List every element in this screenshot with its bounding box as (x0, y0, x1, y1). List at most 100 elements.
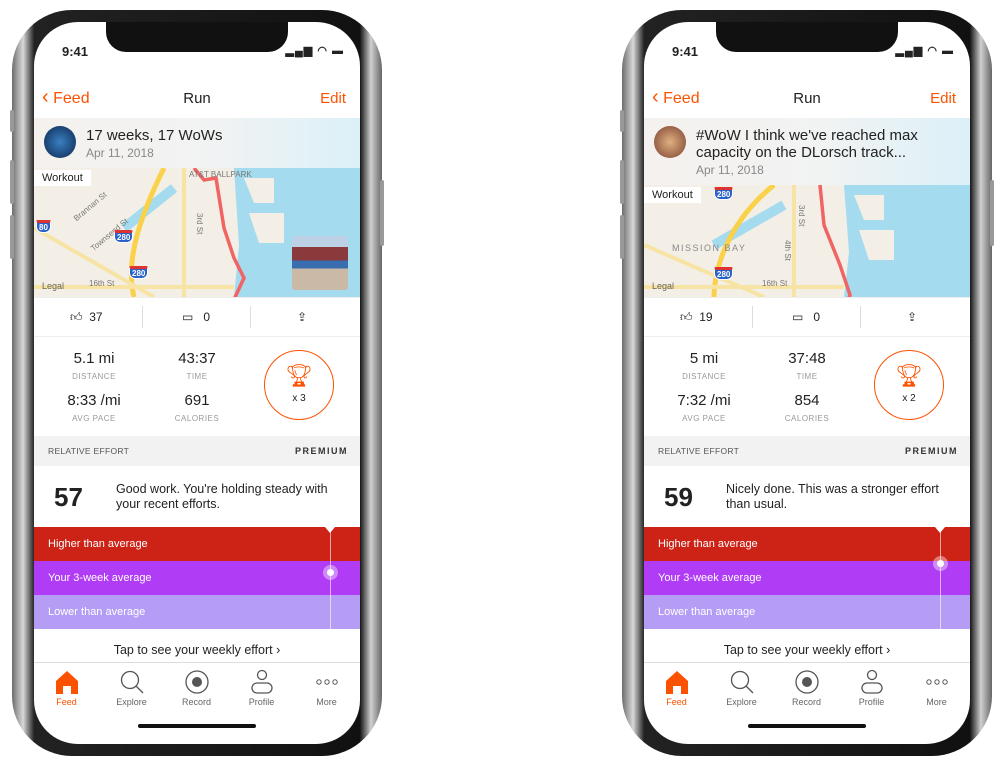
person-icon (229, 667, 294, 697)
phone-frame: 9:41 ▂▄▆ ◠ ▬ ‹ Feed Run Edit 17 weeks, 1… (10, 10, 384, 756)
share-button[interactable]: ⇪ (907, 310, 917, 324)
tab-feed[interactable]: Feed (644, 663, 709, 707)
tab-explore[interactable]: Explore (99, 663, 164, 707)
band-higher[interactable]: Higher than average (34, 527, 360, 561)
tab-profile[interactable]: Profile (839, 663, 904, 707)
route-map[interactable]: MISSION BAY 3rd St 4th St 16th St 280 280 Wor… (644, 185, 970, 297)
map-street-label: 3rd St (797, 205, 806, 227)
tab-label: Explore (116, 697, 147, 707)
effort-marker (933, 556, 948, 571)
effort-description: Nicely done. This was a stronger effort … (726, 482, 939, 511)
achievements-button[interactable]: 🏆︎ x 3 (264, 350, 334, 420)
comment-button[interactable]: ▭ 0 (792, 310, 820, 324)
comment-count: 0 (203, 310, 211, 324)
tab-profile[interactable]: Profile (229, 663, 294, 707)
map-legal-link[interactable]: Legal (42, 281, 64, 291)
map-street-label: 16th St (89, 279, 115, 288)
band-lower[interactable]: Lower than average (644, 595, 970, 629)
map-street-label: 3rd St (195, 213, 204, 235)
map-street-label: 16th St (762, 279, 788, 288)
tab-bar: Feed Explore Record Profile More (644, 662, 970, 722)
wifi-icon: ◠ (927, 45, 938, 57)
time-label: TIME (796, 372, 818, 381)
tab-label: More (926, 697, 947, 707)
tab-record[interactable]: Record (774, 663, 839, 707)
highway-shield: 280 (114, 230, 134, 243)
pace-label: AVG PACE (682, 414, 726, 423)
highway-shield: 80 (36, 220, 51, 233)
calories-value: 854 (794, 392, 820, 409)
tab-bar: Feed Explore Record Profile More (34, 662, 360, 722)
stats-panel: 5.1 mi DISTANCE 43:37 TIME 8:33 /mi AVG … (34, 338, 360, 436)
pace-value: 7:32 /mi (677, 392, 731, 409)
relative-effort-header: RELATIVE EFFORT PREMIUM (34, 436, 360, 466)
home-indicator[interactable] (138, 724, 256, 728)
map-workout-label: Workout (644, 187, 701, 203)
search-icon (709, 667, 774, 697)
tab-more[interactable]: More (904, 663, 969, 707)
distance-value: 5.1 mi (73, 350, 115, 367)
time-value: 37:48 (788, 350, 826, 367)
avatar[interactable] (44, 126, 76, 158)
thumbs-up-icon: 👍︎ (680, 310, 693, 324)
band-average[interactable]: Your 3-week average (644, 561, 970, 595)
comment-count: 0 (813, 310, 821, 324)
effort-marker (323, 565, 338, 580)
home-icon (34, 667, 99, 697)
avatar[interactable] (654, 126, 686, 158)
map-legal-link[interactable]: Legal (652, 281, 674, 291)
home-indicator[interactable] (748, 724, 866, 728)
comment-button[interactable]: ▭ 0 (182, 310, 210, 324)
tab-feed[interactable]: Feed (34, 663, 99, 707)
post-header[interactable]: 17 weeks, 17 WoWs Apr 11, 2018 (34, 118, 360, 168)
achievements-button[interactable]: 🏆︎ x 2 (874, 350, 944, 420)
calories-label: CALORIES (174, 414, 220, 423)
phone-screen: 9:41 ▂▄▆ ◠ ▬ ‹ Feed Run Edit #WoW I thin… (644, 22, 970, 744)
status-icons: ▂▄▆ ◠ ▬ (286, 44, 344, 57)
relative-effort-title: RELATIVE EFFORT (48, 446, 130, 456)
like-button[interactable]: 👍︎ 19 (680, 310, 713, 325)
comment-icon: ▭ (182, 310, 194, 324)
status-time: 9:41 (672, 44, 699, 59)
status-time: 9:41 (62, 44, 89, 59)
signal-icon: ▂▄▆ (285, 45, 314, 57)
share-icon: ⇪ (907, 310, 918, 324)
weekly-effort-link[interactable]: Tap to see your weekly effort › (34, 643, 360, 657)
phone-screen: 9:41 ▂▄▆ ◠ ▬ ‹ Feed Run Edit 17 weeks, 1… (34, 22, 360, 744)
route-map[interactable]: Brannan St Townsend St 3rd St 16th St AT&T B… (34, 168, 360, 297)
edit-button[interactable]: Edit (320, 90, 346, 107)
band-average[interactable]: Your 3-week average (34, 561, 360, 595)
notch (106, 22, 288, 52)
highway-shield: 280 (714, 187, 734, 200)
distance-label: DISTANCE (682, 372, 726, 381)
tab-label: More (316, 697, 337, 707)
more-icon (904, 667, 969, 697)
weekly-effort-link[interactable]: Tap to see your weekly effort › (644, 643, 970, 657)
highway-shield: 280 (714, 267, 734, 280)
tab-explore[interactable]: Explore (709, 663, 774, 707)
tab-record[interactable]: Record (164, 663, 229, 707)
pace-label: AVG PACE (72, 414, 116, 423)
band-lower[interactable]: Lower than average (34, 595, 360, 629)
relative-effort-header: RELATIVE EFFORT PREMIUM (644, 436, 970, 466)
tab-more[interactable]: More (294, 663, 359, 707)
pace-value: 8:33 /mi (67, 392, 121, 409)
share-button[interactable]: ⇪ (297, 310, 307, 324)
calories-value: 691 (184, 392, 210, 409)
band-higher[interactable]: Higher than average (644, 527, 970, 561)
phone-frame: 9:41 ▂▄▆ ◠ ▬ ‹ Feed Run Edit #WoW I thin… (620, 10, 994, 756)
battery-icon: ▬ (942, 45, 954, 57)
post-header[interactable]: #WoW I think we've reached max capacity … (644, 118, 970, 185)
thumbs-up-icon: 👍︎ (70, 310, 83, 324)
tab-label: Record (181, 697, 211, 707)
map-street-label: MISSION BAY (672, 243, 747, 253)
tab-label: Profile (858, 697, 885, 707)
map-street-label: AT&T BALLPARK (189, 170, 252, 179)
nav-bar: ‹ Feed Run Edit (34, 80, 360, 118)
photo-thumbnail[interactable] (292, 236, 348, 290)
like-button[interactable]: 👍︎ 37 (70, 310, 103, 325)
edit-button[interactable]: Edit (930, 90, 956, 107)
trophy-count: x 3 (292, 393, 306, 404)
effort-description: Good work. You're holding steady with yo… (116, 482, 328, 511)
comment-icon: ▭ (792, 310, 804, 324)
